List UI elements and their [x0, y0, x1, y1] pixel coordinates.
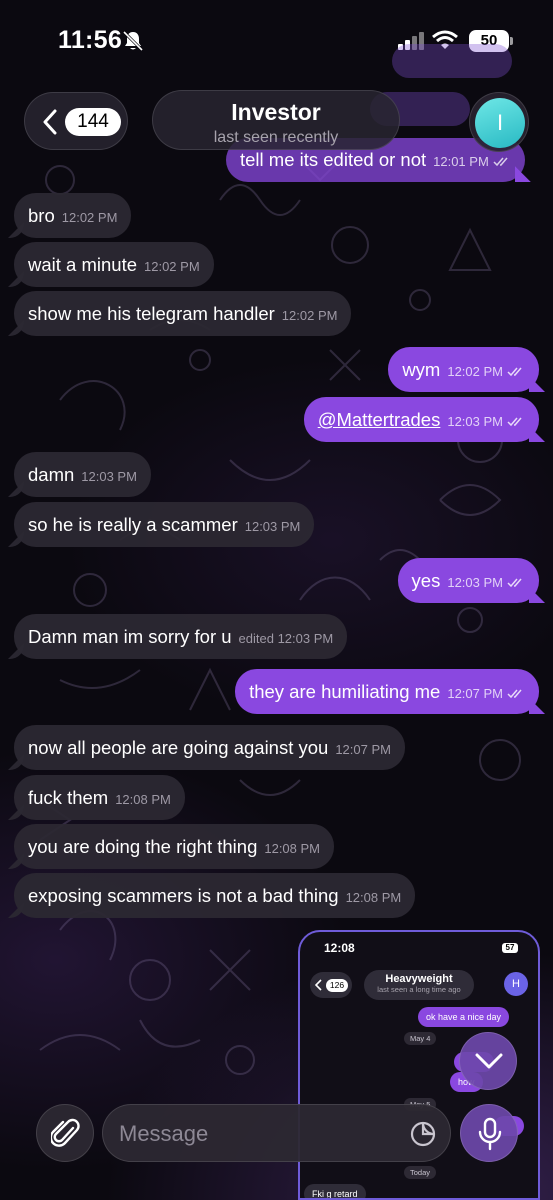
message-time: 12:02 PM [144, 259, 200, 274]
message-text: fuck them [28, 787, 109, 808]
message-text: damn [28, 464, 75, 485]
message-text: wait a minute [28, 254, 137, 275]
sticker-icon[interactable] [409, 1120, 437, 1148]
inset-avatar: H [504, 972, 528, 996]
message-text: now all people are going against you [28, 737, 329, 758]
message-text: you are doing the right thing [28, 836, 258, 857]
message-bubble[interactable]: you are doing the right thing 12:08 PM [14, 824, 335, 869]
message-bubble[interactable]: yes 12:03 PM [397, 558, 539, 603]
message-time: 12:08 PM [115, 792, 171, 807]
message-bubble[interactable]: exposing scammers is not a bad thing 12:0… [14, 873, 416, 918]
message-text: Damn man im sorry for u [28, 626, 232, 647]
message-time: 12:08 PM [264, 841, 321, 856]
inset-message-bubble: Fki g retard [304, 1184, 366, 1198]
double-check-icon [507, 417, 522, 426]
message-text: wym [402, 359, 441, 380]
message-bubble[interactable]: damn 12:03 PM [14, 452, 151, 497]
message-bubble[interactable]: Damn man im sorry for u edited 12:03 PM [14, 614, 348, 659]
double-check-icon [507, 367, 522, 376]
attach-button[interactable] [36, 1104, 94, 1162]
message-bubble[interactable]: wym 12:02 PM [388, 347, 539, 392]
double-check-icon [507, 689, 522, 698]
message-bubble[interactable]: so he is really a scammer 12:03 PM [14, 502, 315, 547]
message-text: exposing scammers is not a bad thing [28, 885, 339, 906]
message-text: yes [411, 570, 441, 591]
message-time: 12:07 PM [447, 686, 503, 701]
message-time: 12:03 PM [447, 575, 503, 590]
scroll-to-bottom-button[interactable] [459, 1032, 517, 1090]
message-time: 12:02 PM [281, 308, 338, 323]
message-text: they are humiliating me [249, 681, 441, 702]
message-input-box[interactable] [102, 1104, 451, 1162]
message-bubble[interactable]: now all people are going against you 12:0… [14, 725, 405, 770]
message-time: 12:03 PM [244, 519, 301, 534]
message-time: 12:08 PM [345, 890, 402, 905]
inset-message-bubble: ok have a nice day [418, 1007, 510, 1027]
message-time: 12:02 PM [447, 364, 503, 379]
inset-unread-badge: 126 [326, 979, 348, 992]
inset-chat-header: Heavyweight last seen a long time ago [364, 970, 474, 1000]
message-time: 12:03 PM [447, 414, 503, 429]
message-time: 12:07 PM [335, 742, 391, 757]
microphone-icon [478, 1117, 502, 1151]
inset-chat-subtitle: last seen a long time ago [377, 985, 461, 994]
message-text: bro [28, 205, 55, 226]
inset-date-separator: May 4 [404, 1032, 437, 1045]
message-bubble[interactable]: show me his telegram handler 12:02 PM [14, 291, 352, 336]
microphone-button[interactable] [460, 1104, 518, 1162]
paperclip-icon [51, 1118, 80, 1147]
message-time: 12:02 PM [61, 210, 118, 225]
message-bubble[interactable]: bro 12:02 PM [14, 193, 132, 238]
message-bubble[interactable]: wait a minute 12:02 PM [14, 242, 214, 287]
inset-back-button: 126 [310, 972, 352, 998]
chevron-left-icon [315, 979, 322, 991]
message-text: so he is really a scammer [28, 514, 238, 535]
message-text: show me his telegram handler [28, 303, 275, 324]
double-check-icon [507, 578, 522, 587]
inset-date-separator: Today [404, 1166, 437, 1179]
inset-status-time: 12:08 [324, 941, 355, 955]
message-time: edited 12:03 PM [238, 631, 334, 646]
chevron-down-icon [475, 1053, 503, 1069]
message-bubble[interactable]: they are humiliating me 12:07 PM [235, 669, 539, 714]
message-input[interactable] [119, 1117, 399, 1151]
message-bubble[interactable]: @Mattertrades 12:03 PM [303, 397, 539, 442]
username-link[interactable]: @Mattertrades [318, 409, 441, 430]
inset-battery: 57 [502, 943, 518, 953]
inset-chat-title: Heavyweight [385, 973, 453, 985]
message-time: 12:03 PM [81, 469, 137, 484]
message-bubble[interactable]: fuck them 12:08 PM [14, 775, 185, 820]
